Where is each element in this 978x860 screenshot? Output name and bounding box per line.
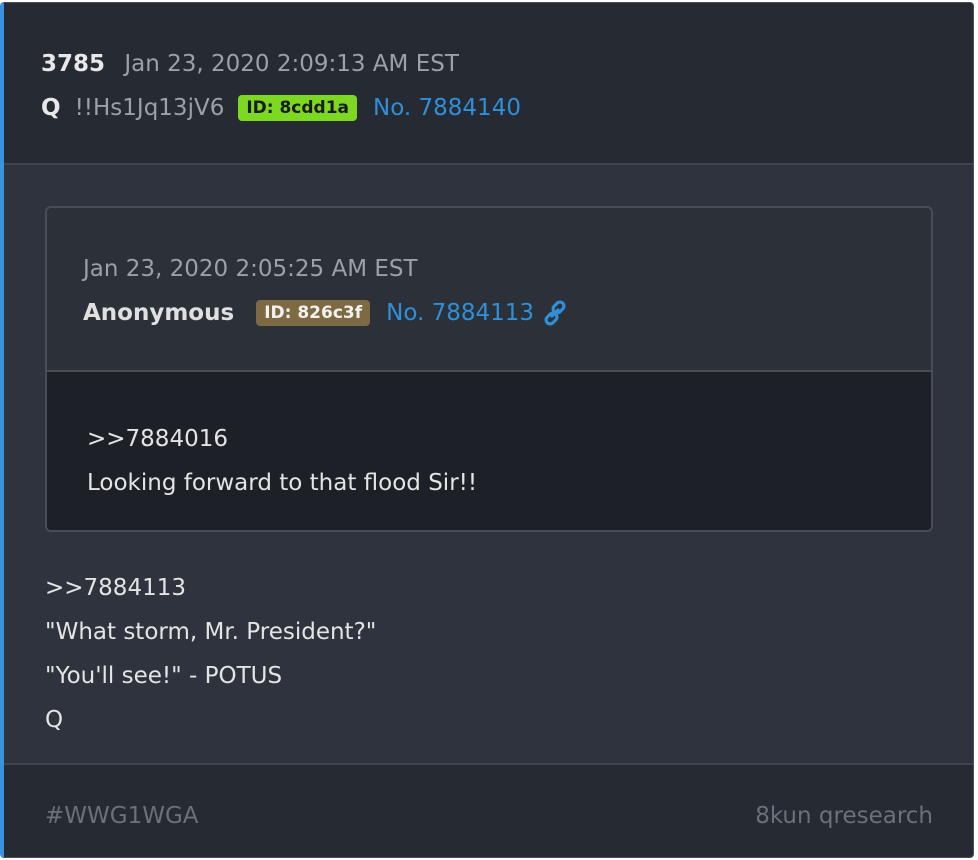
quoted-post-header: Jan 23, 2020 2:05:25 AM EST Anonymous ID…	[47, 208, 931, 372]
quoted-author-row: Anonymous ID: 826c3f No. 7884113	[83, 296, 568, 330]
link-icon[interactable]	[542, 300, 568, 326]
quoted-post-author: Anonymous	[83, 300, 235, 326]
post-number-link[interactable]: No. 7884140	[373, 91, 521, 125]
footer-hashtag: #WWG1WGA	[45, 803, 199, 829]
post-header: 3785 Jan 23, 2020 2:09:13 AM EST Q !!Hs1…	[4, 3, 973, 165]
post-date: Jan 23, 2020 2:09:13 AM EST	[124, 51, 459, 77]
quoted-post-body: >>7884016 Looking forward to that flood …	[47, 372, 931, 530]
quoted-text-line: Looking forward to that flood Sir!!	[87, 470, 478, 496]
quoted-id-badge[interactable]: ID: 826c3f	[256, 300, 371, 326]
quoted-reply-link[interactable]: >>7884016	[87, 422, 228, 456]
post-footer: #WWG1WGA 8kun qresearch	[4, 763, 973, 857]
post-number: 3785	[41, 51, 106, 77]
post-author: Q	[41, 95, 61, 121]
footer-source: 8kun qresearch	[755, 803, 933, 829]
quoted-post-number-link[interactable]: No. 7884113	[386, 296, 534, 330]
message-line: "What storm, Mr. President?"	[45, 619, 377, 645]
post-tripcode: !!Hs1Jq13jV6	[74, 95, 225, 121]
post-author-row: Q !!Hs1Jq13jV6 ID: 8cdd1a No. 7884140	[41, 91, 521, 125]
message-signature: Q	[45, 707, 64, 733]
quoted-post-date: Jan 23, 2020 2:05:25 AM EST	[83, 256, 418, 282]
post-card: 3785 Jan 23, 2020 2:09:13 AM EST Q !!Hs1…	[0, 2, 974, 858]
post-meta-row: 3785 Jan 23, 2020 2:09:13 AM EST	[41, 47, 459, 81]
message-reply-link[interactable]: >>7884113	[45, 571, 186, 605]
post-id-badge[interactable]: ID: 8cdd1a	[238, 95, 358, 121]
quoted-post: Jan 23, 2020 2:05:25 AM EST Anonymous ID…	[45, 206, 933, 532]
message-line: "You'll see!" - POTUS	[45, 663, 283, 689]
